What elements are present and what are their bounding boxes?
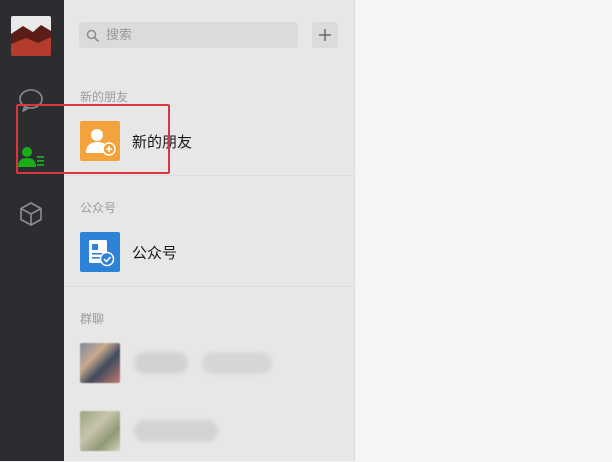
divider	[64, 175, 354, 176]
left-nav-rail	[0, 0, 64, 461]
group-avatar	[80, 343, 120, 383]
official-accounts-label: 公众号	[132, 244, 178, 262]
section-title-official: 公众号	[80, 201, 117, 215]
group-avatar	[80, 411, 120, 451]
divider	[64, 286, 354, 287]
official-account-icon	[80, 232, 120, 272]
highlight-box	[16, 104, 170, 174]
add-button[interactable]	[312, 22, 338, 48]
blurred-name	[202, 352, 272, 374]
group-item[interactable]	[64, 400, 354, 462]
section-title-new-friends: 新的朋友	[80, 90, 129, 104]
plus-icon	[319, 29, 331, 41]
search-input[interactable]	[106, 27, 286, 43]
contacts-panel: 新的朋友 新的朋友 公众号 公众号 群聊	[64, 0, 355, 461]
blurred-name	[134, 420, 218, 442]
search-box[interactable]	[79, 22, 298, 48]
search-icon	[86, 28, 100, 42]
official-accounts-item[interactable]: 公众号	[64, 221, 354, 283]
user-avatar[interactable]	[11, 16, 51, 56]
section-title-groups: 群聊	[80, 312, 105, 326]
group-item[interactable]	[64, 332, 354, 394]
box-icon[interactable]	[17, 200, 45, 228]
blurred-name	[134, 352, 188, 374]
main-content-area	[355, 0, 612, 461]
